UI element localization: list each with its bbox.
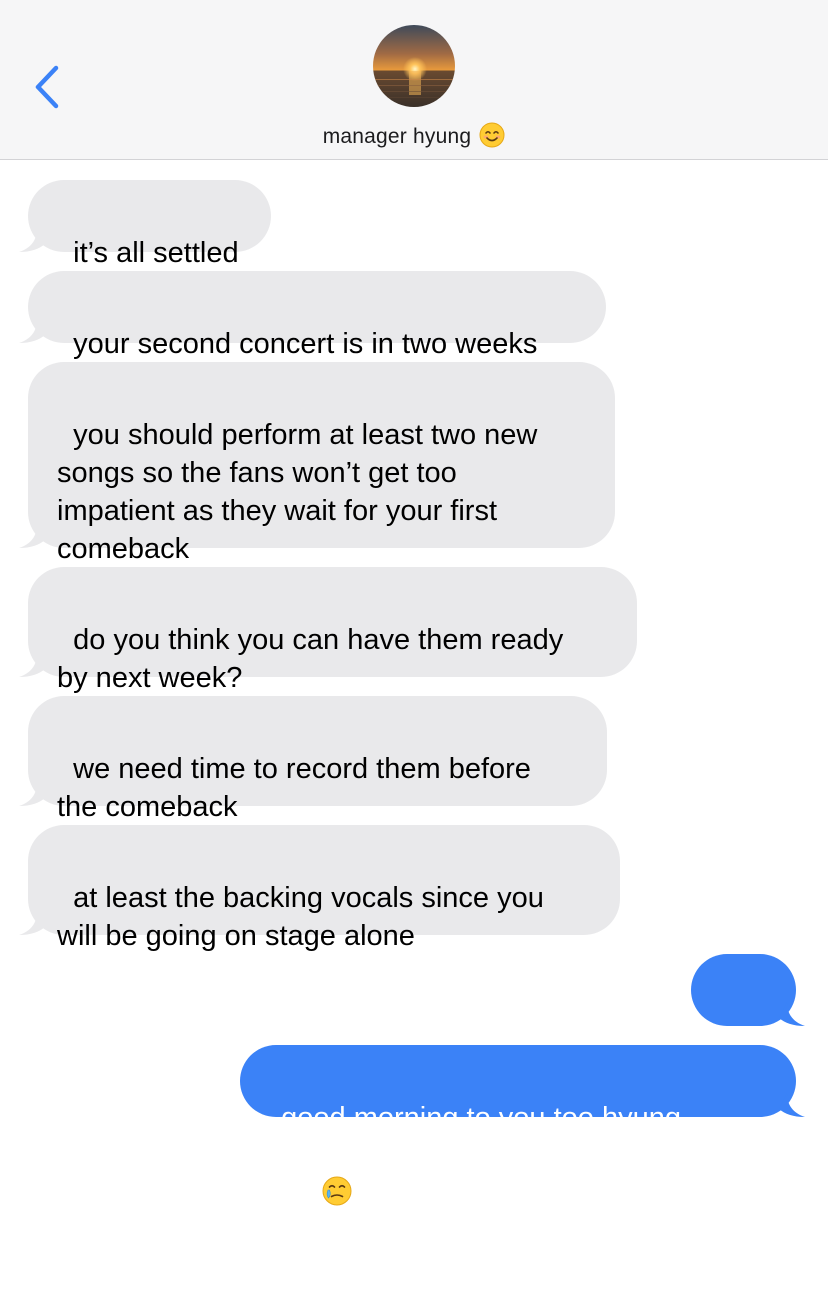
incoming-message[interactable]: you should perform at least two new song… xyxy=(19,362,615,565)
incoming-message[interactable]: we need time to record them before the c… xyxy=(19,696,607,823)
incoming-message[interactable]: your second concert is in two weeks xyxy=(19,271,606,360)
smiling-face-icon xyxy=(479,122,505,153)
message-text: we need time to record them before the c… xyxy=(57,753,531,823)
contact-avatar[interactable] xyxy=(373,25,455,107)
back-button[interactable] xyxy=(28,62,68,112)
message-text: at least the backing vocals since you wi… xyxy=(57,882,544,952)
outgoing-message[interactable]: good morning to you too hyung xyxy=(240,1045,805,1206)
incoming-message[interactable]: it’s all settled xyxy=(19,180,271,269)
contact-name-button[interactable]: manager hyung xyxy=(0,120,828,154)
message-text: good morning to you too hyung xyxy=(281,1102,681,1134)
message-text: you should perform at least two new song… xyxy=(57,419,538,565)
incoming-message[interactable]: do you think you can have them ready by … xyxy=(19,567,637,694)
chevron-left-icon xyxy=(35,65,59,109)
outgoing-message[interactable]: well xyxy=(691,954,805,1081)
face-holding-back-tears-icon xyxy=(289,1137,353,1255)
message-text: it’s all settled xyxy=(73,237,239,269)
message-text: your second concert is in two weeks xyxy=(73,328,538,360)
incoming-message[interactable]: at least the backing vocals since you wi… xyxy=(19,825,620,952)
contact-name: manager hyung xyxy=(322,125,472,148)
conversation-header: manager hyung xyxy=(0,0,828,160)
message-text: do you think you can have them ready by … xyxy=(57,624,564,694)
